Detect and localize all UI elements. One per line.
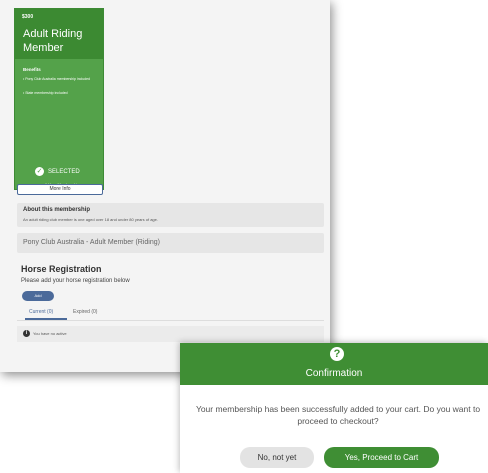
product-row: Pony Club Australia - Adult Member (Ridi… bbox=[17, 233, 324, 253]
dialog-message: Your membership has been successfully ad… bbox=[195, 404, 481, 426]
check-circle-icon: ✓ bbox=[35, 167, 44, 176]
no-not-yet-button[interactable]: No, not yet bbox=[240, 447, 314, 468]
more-info-button[interactable]: More Info bbox=[17, 184, 103, 195]
empty-state-text: You have no active bbox=[33, 331, 67, 336]
info-icon: i bbox=[23, 330, 30, 337]
benefit-item: State membership included bbox=[23, 91, 99, 96]
selected-label: SELECTED bbox=[48, 168, 80, 175]
tab-current[interactable]: Current (0) bbox=[29, 309, 53, 315]
dialog-header: ? Confirmation bbox=[180, 343, 488, 385]
horse-registration-heading: Horse Registration bbox=[21, 264, 102, 274]
card-price: $300 bbox=[22, 14, 34, 20]
benefits-heading: Benefits bbox=[23, 67, 41, 72]
question-icon: ? bbox=[330, 347, 344, 361]
dialog-title: Confirmation bbox=[305, 368, 363, 379]
active-tab-indicator bbox=[25, 318, 67, 320]
registration-tabs: Current (0) Expired (0) bbox=[17, 306, 324, 321]
selected-indicator: ✓ SELECTED bbox=[35, 167, 80, 176]
proceed-to-cart-button[interactable]: Yes, Proceed to Cart bbox=[324, 447, 439, 468]
add-horse-button[interactable]: Add bbox=[22, 291, 54, 301]
tab-expired[interactable]: Expired (0) bbox=[73, 309, 97, 315]
product-name: Pony Club Australia - Adult Member (Ridi… bbox=[23, 239, 160, 246]
membership-card[interactable]: $300 Adult Riding Member Benefits Pony C… bbox=[14, 8, 104, 190]
card-title: Adult Riding Member bbox=[23, 28, 83, 54]
membership-page: $300 Adult Riding Member Benefits Pony C… bbox=[0, 0, 330, 372]
about-text: An adult riding club member is one aged … bbox=[23, 217, 158, 222]
card-header: $300 Adult Riding Member bbox=[15, 9, 103, 59]
horse-registration-subheading: Please add your horse registration below bbox=[21, 278, 130, 284]
benefit-item: Pony Club Australia membership included bbox=[23, 77, 99, 82]
about-heading: About this membership bbox=[23, 207, 91, 213]
about-membership-panel: About this membership An adult riding cl… bbox=[17, 203, 324, 227]
empty-state-row: i You have no active bbox=[17, 326, 324, 342]
